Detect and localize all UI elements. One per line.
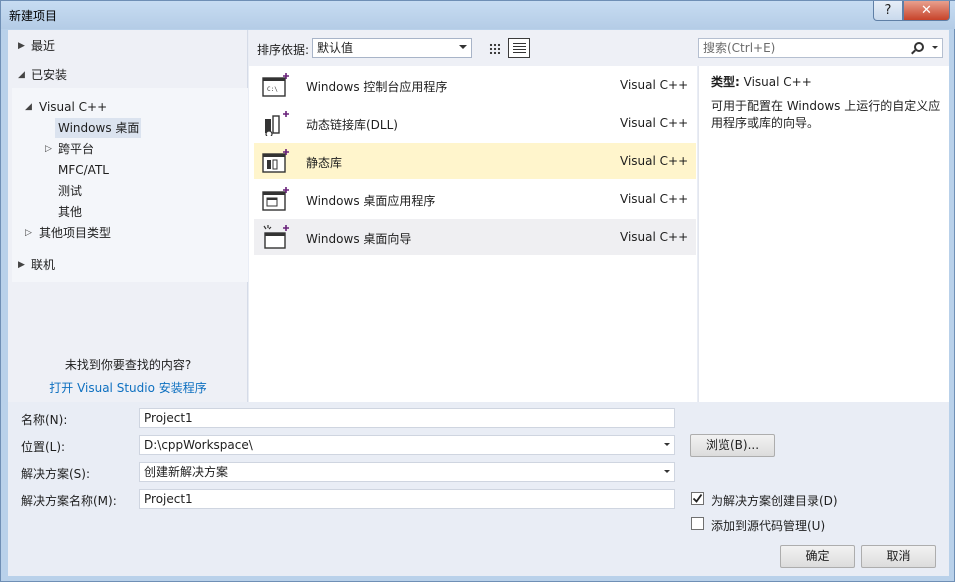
template-row[interactable]: C:\ Windows 控制台应用程序 Visual C++ [254,67,696,103]
new-project-dialog: 新建项目 ? ✕ ▶ 最近 ◢ 已安装 ◢ Visual C++ Windows… [0,0,955,582]
project-name-field[interactable]: Project1 [139,408,675,428]
template-language: Visual C++ [620,230,689,244]
collapse-arrow-icon[interactable]: ◢ [25,97,32,117]
template-language: Visual C++ [620,116,689,130]
window-title: 新建项目 [9,9,58,23]
template-name: 动态链接库(DLL) [306,118,398,132]
tree-label: MFC/ATL [58,163,109,177]
grid-view-icon [489,43,500,54]
solution-label: 解决方案(S): [21,467,91,481]
tree-item-test[interactable]: 测试 [58,181,82,201]
tree-label: Visual C++ [39,100,108,114]
template-language: Visual C++ [620,192,689,206]
tree-item-windows-desktop[interactable]: Windows 桌面 [55,118,141,138]
tree-label: 已安装 [31,68,68,82]
expand-arrow-icon[interactable]: ▷ [45,139,52,159]
help-button[interactable]: ? [873,1,903,21]
template-language: Visual C++ [620,78,689,92]
desktop-app-icon [262,187,289,211]
tree-item-other[interactable]: 其他 [58,202,82,222]
location-label: 位置(L): [21,440,66,454]
template-row[interactable]: Windows 桌面向导 Visual C++ [254,219,696,255]
tree-label: 联机 [31,258,56,272]
name-label: 名称(N): [21,413,68,427]
browse-button[interactable]: 浏览(B)... [690,434,775,457]
checkmark-icon [692,493,703,503]
add-source-control-checkbox[interactable] [691,517,704,530]
tree-label: Windows 桌面 [58,121,140,135]
type-value: Visual C++ [743,75,812,89]
cancel-button[interactable]: 取消 [861,545,936,568]
title-bar: 新建项目 ? ✕ [1,1,955,29]
tree-item-mfc-atl[interactable]: MFC/ATL [58,160,109,180]
template-name: Windows 桌面应用程序 [306,194,436,208]
type-label: 类型: [711,75,740,89]
tree-label: 其他 [58,205,83,219]
chevron-down-icon[interactable] [664,443,670,446]
chevron-down-icon [459,45,467,49]
search-input[interactable]: 搜索(Ctrl+E) [698,38,943,58]
add-source-control-label[interactable]: 添加到源代码管理(U) [711,517,825,534]
list-view-button[interactable] [508,38,530,58]
template-language: Visual C++ [620,154,689,168]
desktop-wizard-icon [263,225,289,249]
template-row[interactable]: 动态链接库(DLL) Visual C++ [254,105,696,141]
chevron-down-icon[interactable] [932,46,938,49]
template-list: C:\ Windows 控制台应用程序 Visual C++ 动态链接库(DLL… [249,66,697,402]
template-name: Windows 控制台应用程序 [306,80,448,94]
template-details: 类型: Visual C++ 可用于配置在 Windows 上运行的自定义应用程… [698,66,949,402]
dialog-body: ▶ 最近 ◢ 已安装 ◢ Visual C++ Windows 桌面 ▷ 跨平台… [8,30,949,576]
template-row[interactable]: 静态库 Visual C++ [254,143,696,179]
solution-value: 创建新解决方案 [144,465,229,479]
chevron-down-icon[interactable] [664,470,670,473]
expand-arrow-icon[interactable]: ▶ [18,36,25,56]
template-name: Windows 桌面向导 [306,232,412,246]
solution-name-field[interactable]: Project1 [139,489,675,509]
open-installer-link[interactable]: 打开 Visual Studio 安装程序 [8,379,248,396]
location-combobox[interactable]: D:\cppWorkspace\ [139,435,675,455]
ok-button[interactable]: 确定 [780,545,855,568]
solution-dropdown[interactable]: 创建新解决方案 [139,462,675,482]
console-app-icon: C:\ [262,73,289,97]
sort-value: 默认值 [317,41,354,55]
create-directory-checkbox[interactable] [691,492,704,505]
location-value: D:\cppWorkspace\ [144,438,253,452]
static-lib-icon [262,149,289,173]
sort-label: 排序依据: [257,43,310,57]
template-row[interactable]: Windows 桌面应用程序 Visual C++ [254,181,696,217]
list-view-icon [513,43,526,54]
dll-icon [265,111,289,136]
template-type: 类型: Visual C++ [711,73,812,90]
expand-arrow-icon[interactable]: ▷ [25,223,32,243]
solution-name-value: Project1 [144,492,193,506]
expand-arrow-icon[interactable]: ▶ [18,255,25,275]
sort-dropdown[interactable]: 默认值 [312,38,472,58]
small-icons-view-button[interactable] [483,38,505,58]
tree-label: 其他项目类型 [39,226,112,240]
svg-text:C:\: C:\ [267,86,278,93]
template-description: 可用于配置在 Windows 上运行的自定义应用程序或库的向导。 [711,99,941,130]
search-icon[interactable] [914,42,924,52]
collapse-arrow-icon[interactable]: ◢ [18,65,25,85]
tree-label: 跨平台 [58,142,95,156]
template-tree: ▶ 最近 ◢ 已安装 ◢ Visual C++ Windows 桌面 ▷ 跨平台… [8,30,248,402]
tree-label: 测试 [58,184,83,198]
tree-label: 最近 [31,39,56,53]
template-name: 静态库 [306,156,343,170]
search-placeholder: 搜索(Ctrl+E) [703,41,776,55]
solution-name-label: 解决方案名称(M): [21,494,117,508]
close-button[interactable]: ✕ [903,1,950,21]
not-found-text: 未找到你要查找的内容? [64,358,192,372]
create-directory-label[interactable]: 为解决方案创建目录(D) [711,492,838,509]
template-toolbar: 排序依据: 默认值 搜索(Ctrl+E) [249,30,949,66]
project-name-value: Project1 [144,411,193,425]
